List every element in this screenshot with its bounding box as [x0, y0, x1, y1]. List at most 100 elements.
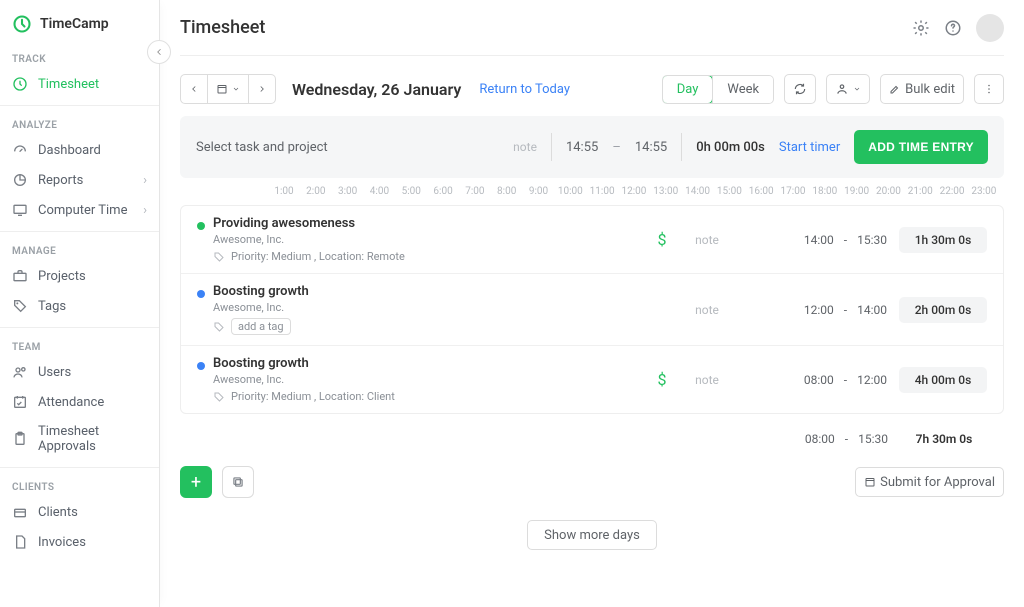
sidebar-item-invoices[interactable]: Invoices [0, 527, 159, 557]
sidebar-item-reports[interactable]: Reports › [0, 165, 159, 195]
chevron-right-icon: › [143, 203, 147, 218]
user-filter-button[interactable] [826, 74, 870, 104]
clipboard-icon [12, 431, 28, 447]
avatar[interactable] [976, 14, 1004, 42]
divider [551, 133, 552, 161]
next-day-button[interactable] [249, 74, 276, 104]
entry-color-dot [197, 222, 205, 230]
calendar-picker-button[interactable] [208, 74, 249, 104]
tracker-row: Select task and project note 14:55 – 14:… [180, 116, 1004, 178]
page-title: Timesheet [180, 17, 265, 38]
briefcase-icon [12, 268, 28, 284]
sidebar-item-projects[interactable]: Projects [0, 261, 159, 291]
totals-dash: - [845, 432, 848, 446]
time-dash: – [612, 140, 621, 155]
tag-icon [12, 298, 28, 314]
totals-to: 15:30 [858, 432, 888, 446]
pie-icon [12, 172, 28, 188]
entry-note-link[interactable]: note [677, 373, 737, 387]
time-to[interactable]: 14:55 [635, 140, 667, 155]
view-week-button[interactable]: Week [712, 76, 773, 103]
sidebar-item-attendance[interactable]: Attendance [0, 387, 159, 417]
sidebar-item-approvals[interactable]: Timesheet Approvals [0, 417, 159, 461]
time-entry-row[interactable]: Boosting growth Awesome, Inc. Priority: … [181, 345, 1003, 413]
entry-duration: 2h 00m 0s [899, 297, 987, 323]
entry-color-dot [197, 362, 205, 370]
entry-to[interactable]: 14:00 [857, 303, 887, 317]
main-content: Timesheet Wednesday, 26 January Return t… [160, 0, 1024, 607]
return-to-today-link[interactable]: Return to Today [479, 82, 570, 97]
submit-label: Submit for Approval [880, 475, 995, 490]
sidebar-item-tags[interactable]: Tags [0, 291, 159, 321]
entry-to[interactable]: 15:30 [857, 233, 887, 247]
billable-icon[interactable]: $ [647, 370, 677, 389]
submit-for-approval-button[interactable]: Submit for Approval [855, 467, 1004, 497]
sidebar-item-label: Clients [38, 505, 78, 520]
entry-note-link[interactable]: note [677, 303, 737, 317]
sidebar-item-label: Dashboard [38, 143, 101, 158]
entry-from[interactable]: 08:00 [804, 373, 834, 387]
time-entries-list: Providing awesomeness Awesome, Inc. Prio… [180, 205, 1004, 414]
entry-color-dot [197, 290, 205, 298]
sidebar-item-label: Computer Time [38, 203, 127, 218]
footer-actions: + Submit for Approval [180, 456, 1004, 508]
entry-tags[interactable]: Priority: Medium , Location: Remote [231, 250, 405, 263]
logo-icon [12, 14, 32, 34]
totals-row: 08:00 - 15:30 7h 30m 0s [180, 414, 1004, 456]
nav-section-track: TRACK [0, 46, 159, 69]
nav-section-team: TEAM [0, 334, 159, 357]
bulk-edit-button[interactable]: Bulk edit [880, 74, 964, 104]
toolbar: Wednesday, 26 January Return to Today Da… [180, 56, 1004, 116]
entry-tags[interactable]: Priority: Medium , Location: Client [231, 390, 395, 403]
copy-button[interactable] [222, 466, 254, 498]
date-nav-group [180, 74, 276, 104]
start-timer-link[interactable]: Start timer [779, 140, 840, 155]
show-more-days-button[interactable]: Show more days [527, 520, 657, 550]
sidebar-item-clients[interactable]: Clients [0, 497, 159, 527]
current-date-label: Wednesday, 26 January [292, 80, 461, 99]
sidebar-item-timesheet[interactable]: Timesheet [0, 69, 159, 99]
entry-from[interactable]: 12:00 [804, 303, 834, 317]
sidebar-item-users[interactable]: Users [0, 357, 159, 387]
view-day-button[interactable]: Day [662, 75, 714, 104]
nav-section-manage: MANAGE [0, 238, 159, 261]
billable-icon[interactable]: $ [647, 230, 677, 249]
totals-duration: 7h 30m 0s [900, 426, 988, 452]
add-row-button[interactable]: + [180, 466, 212, 498]
bulk-edit-label: Bulk edit [905, 82, 955, 97]
view-switch: Day Week [662, 75, 774, 104]
sidebar: TimeCamp TRACK Timesheet ANALYZE Dashboa… [0, 0, 160, 607]
tag-icon [213, 391, 225, 403]
entry-to[interactable]: 12:00 [857, 373, 887, 387]
case-icon [12, 504, 28, 520]
gear-icon[interactable] [912, 19, 930, 37]
tracker-note-link[interactable]: note [513, 140, 537, 154]
add-tag-chip[interactable]: add a tag [231, 318, 291, 335]
users-icon [12, 364, 28, 380]
sidebar-item-computer-time[interactable]: Computer Time › [0, 195, 159, 225]
gauge-icon [12, 142, 28, 158]
entry-note-link[interactable]: note [677, 233, 737, 247]
entry-from[interactable]: 14:00 [804, 233, 834, 247]
divider [681, 133, 682, 161]
time-from[interactable]: 14:55 [566, 140, 598, 155]
time-entry-row[interactable]: Providing awesomeness Awesome, Inc. Prio… [181, 206, 1003, 273]
time-entry-row[interactable]: Boosting growth Awesome, Inc. add a tag … [181, 273, 1003, 345]
sidebar-item-dashboard[interactable]: Dashboard [0, 135, 159, 165]
sidebar-item-label: Reports [38, 173, 83, 188]
sidebar-item-label: Invoices [38, 535, 86, 550]
refresh-button[interactable] [784, 74, 816, 104]
time-ruler: 1:002:003:004:005:006:007:008:009:0010:0… [180, 178, 1004, 205]
add-time-entry-button[interactable]: ADD TIME ENTRY [854, 130, 988, 164]
entry-dash: - [844, 373, 847, 387]
sidebar-item-label: Attendance [38, 395, 104, 410]
logo-row: TimeCamp [0, 0, 159, 46]
prev-day-button[interactable] [180, 74, 208, 104]
entry-subtitle: Awesome, Inc. [213, 233, 405, 246]
help-icon[interactable] [944, 19, 962, 37]
task-select[interactable]: Select task and project [196, 140, 499, 155]
collapse-sidebar-button[interactable] [147, 40, 171, 64]
sidebar-item-label: Tags [38, 299, 66, 314]
more-button[interactable] [974, 74, 1004, 104]
chevron-right-icon: › [143, 173, 147, 188]
